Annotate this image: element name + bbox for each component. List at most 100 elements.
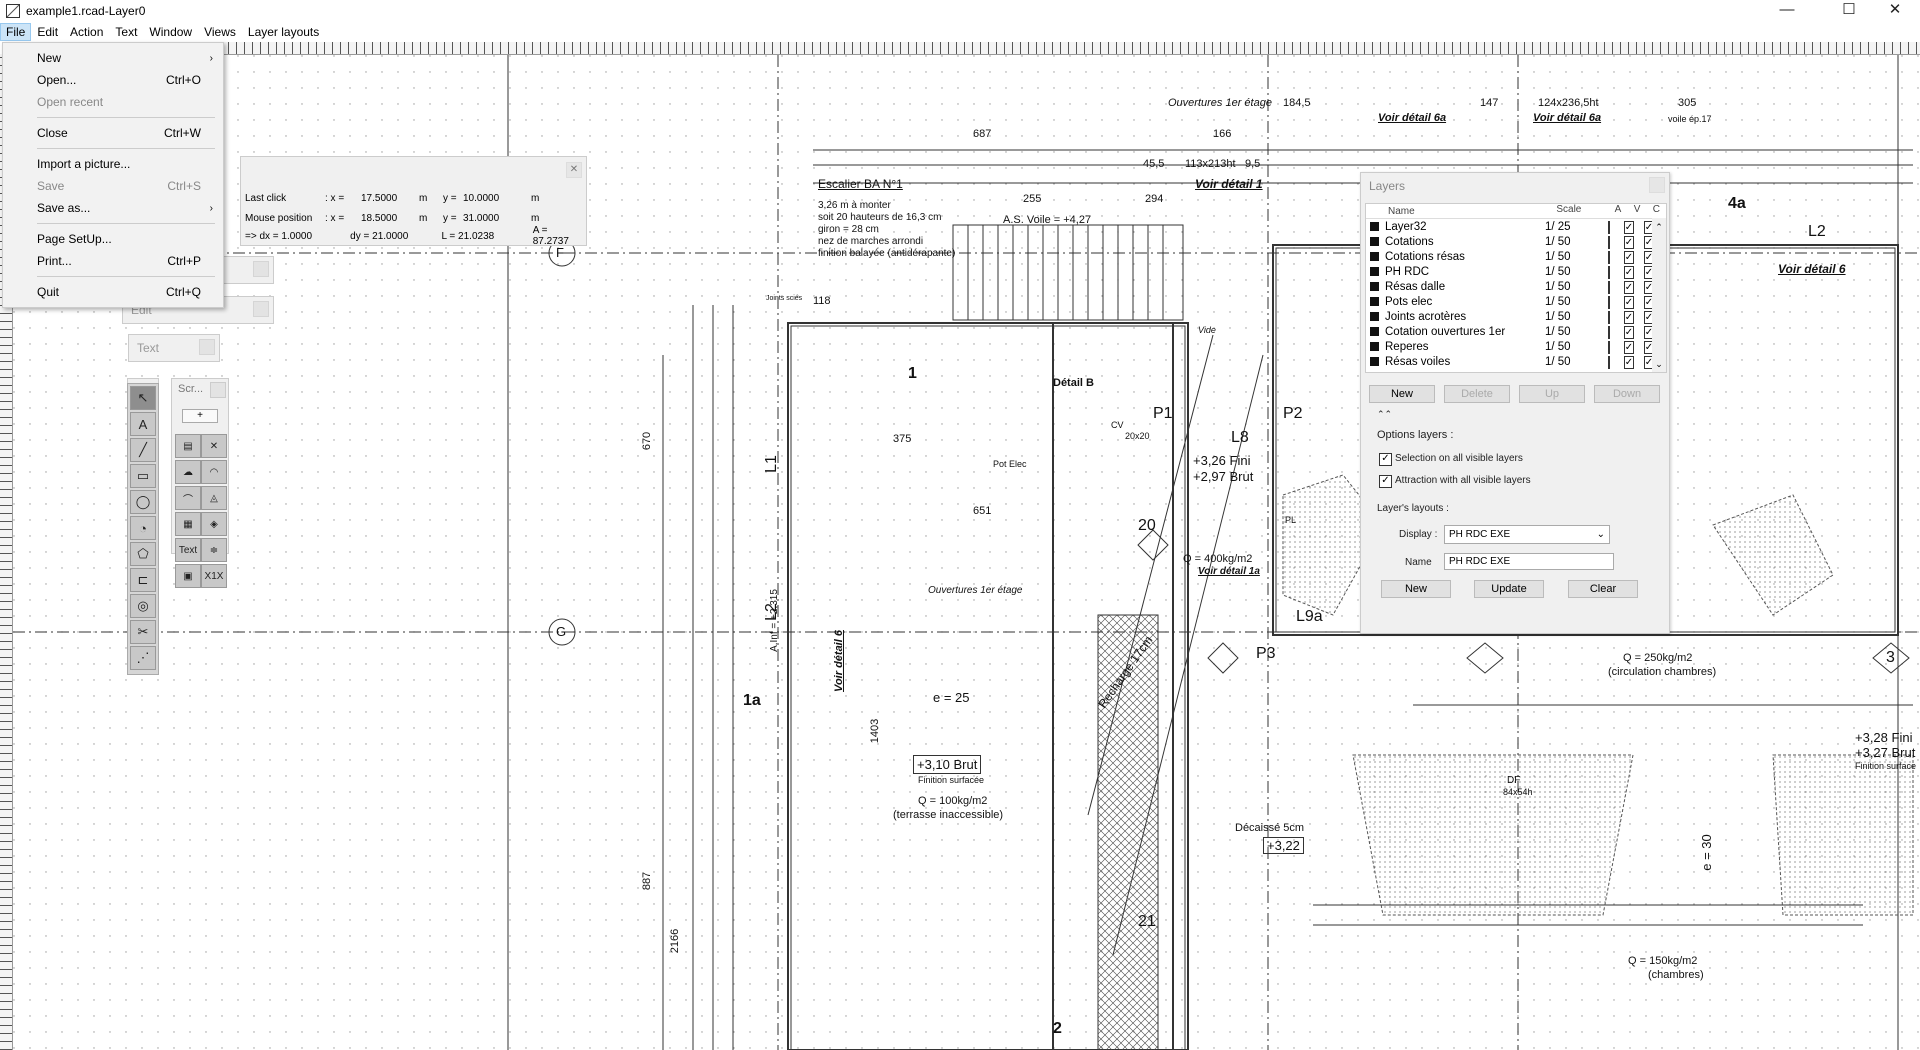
layer-a-checkbox[interactable] xyxy=(1608,295,1610,309)
scroll-up-icon[interactable]: ⌃ xyxy=(1652,222,1666,233)
hatch-tool[interactable]: ⋰ xyxy=(130,646,156,670)
menu-action[interactable]: Action xyxy=(64,23,109,41)
move-down-button[interactable]: Down xyxy=(1594,385,1660,403)
update-layout-button[interactable]: Update xyxy=(1474,580,1544,598)
file-menu-item[interactable]: Import a picture... xyxy=(3,153,223,175)
layer-a-checkbox[interactable] xyxy=(1608,340,1610,354)
layer-v-checkbox[interactable]: ✓ xyxy=(1623,250,1635,264)
close-icon[interactable]: ✕ xyxy=(566,162,582,178)
layer-name-cell: PH RDC xyxy=(1366,266,1545,278)
file-menu-item[interactable]: Quit Ctrl+Q xyxy=(3,281,223,303)
layer-v-checkbox[interactable]: ✓ xyxy=(1623,295,1635,309)
maximize-button[interactable]: ☐ xyxy=(1826,0,1872,22)
layer-a-cell xyxy=(1599,325,1619,339)
layer-row[interactable]: Layer32 1/ 25 ✓ ✓ xyxy=(1366,219,1666,234)
menu-text[interactable]: Text xyxy=(109,23,143,41)
cut-tool[interactable]: ✂ xyxy=(130,620,156,644)
layer-a-checkbox[interactable] xyxy=(1608,355,1610,369)
layer-v-checkbox[interactable]: ✓ xyxy=(1623,355,1635,369)
file-menu-item[interactable]: Page SetUp... xyxy=(3,228,223,250)
minimize-button[interactable]: — xyxy=(1764,0,1810,22)
close-icon[interactable] xyxy=(253,261,269,277)
symbol-tool[interactable]: ≑ xyxy=(201,538,227,562)
polygon-tool[interactable]: ⬠ xyxy=(130,542,156,566)
new-layer-button[interactable]: New xyxy=(1369,385,1435,403)
drawing-label: 20 xyxy=(1138,517,1156,534)
close-icon[interactable] xyxy=(199,339,215,355)
drawing-label: +3,22 xyxy=(1263,837,1304,854)
layer-v-checkbox[interactable]: ✓ xyxy=(1623,340,1635,354)
layer-v-checkbox[interactable]: ✓ xyxy=(1623,310,1635,324)
menu-file[interactable]: File xyxy=(0,23,32,41)
file-menu-item[interactable]: Close Ctrl+W xyxy=(3,122,223,144)
menu-views[interactable]: Views xyxy=(198,23,242,41)
menu-edit[interactable]: Edit xyxy=(31,23,64,41)
layer-a-checkbox[interactable] xyxy=(1608,250,1610,264)
layer-v-checkbox[interactable]: ✓ xyxy=(1623,265,1635,279)
layer-v-checkbox[interactable]: ✓ xyxy=(1623,280,1635,294)
symbol-tool[interactable]: ◈ xyxy=(201,512,227,536)
layer-a-checkbox[interactable] xyxy=(1608,280,1610,294)
scroll-down-icon[interactable]: ⌄ xyxy=(1652,359,1666,370)
symbol-tool[interactable]: X1X xyxy=(201,564,227,588)
menu-layer-layouts[interactable]: Layer layouts xyxy=(242,23,325,41)
file-menu-item[interactable]: Save as... › xyxy=(3,197,223,219)
arc-tool[interactable]: ◔ xyxy=(130,516,156,540)
attraction-all-visible-checkbox[interactable]: ✓ xyxy=(1379,475,1392,488)
layer-row[interactable]: Cotation ouvertures 1er 1/ 50 ✓ ✓ xyxy=(1366,324,1666,339)
layer-a-checkbox[interactable] xyxy=(1608,220,1610,234)
line-tool[interactable]: ╱ xyxy=(130,438,156,462)
layer-row[interactable]: Pots elec 1/ 50 ✓ ✓ xyxy=(1366,294,1666,309)
layer-row[interactable]: Reperes 1/ 50 ✓ ✓ xyxy=(1366,339,1666,354)
layer-a-checkbox[interactable] xyxy=(1608,310,1610,324)
layer-a-checkbox[interactable] xyxy=(1608,235,1610,249)
add-symbol-button[interactable]: + xyxy=(182,409,218,423)
layer-v-checkbox[interactable]: ✓ xyxy=(1623,235,1635,249)
close-icon[interactable] xyxy=(1649,177,1665,193)
symbol-tool[interactable]: ✕ xyxy=(201,434,227,458)
layer-v-checkbox[interactable]: ✓ xyxy=(1623,325,1635,339)
layers-scrollbar[interactable]: ⌃ ⌄ xyxy=(1652,218,1666,372)
layer-row[interactable]: Cotations résas 1/ 50 ✓ ✓ xyxy=(1366,249,1666,264)
layer-row[interactable]: Résas voiles 1/ 50 ✓ ✓ xyxy=(1366,354,1666,369)
header-c: C xyxy=(1652,204,1660,215)
symbol-tool[interactable]: Text xyxy=(175,538,201,562)
point-tool[interactable]: ◎ xyxy=(130,594,156,618)
file-menu-item[interactable]: Print... Ctrl+P xyxy=(3,250,223,272)
clear-layout-button[interactable]: Clear xyxy=(1568,580,1638,598)
layer-a-checkbox[interactable] xyxy=(1608,325,1610,339)
text-panel[interactable]: Text xyxy=(128,334,220,362)
layer-row[interactable]: Cotations 1/ 50 ✓ ✓ xyxy=(1366,234,1666,249)
rectangle-tool[interactable]: ▭ xyxy=(130,464,156,488)
symbol-tool[interactable]: ☁ xyxy=(175,460,201,484)
layout-name-input[interactable] xyxy=(1444,553,1614,570)
file-menu-item[interactable]: Open... Ctrl+O xyxy=(3,69,223,91)
delete-layer-button[interactable]: Delete xyxy=(1444,385,1510,403)
symbol-tool[interactable]: ▤ xyxy=(175,434,201,458)
layer-a-checkbox[interactable] xyxy=(1608,265,1610,279)
symbol-tool[interactable]: ◬ xyxy=(201,486,227,510)
display-select[interactable]: PH RDC EXE ⌄ xyxy=(1444,525,1610,544)
new-layout-button[interactable]: New xyxy=(1381,580,1451,598)
close-button[interactable]: ✕ xyxy=(1872,0,1918,22)
layer-row[interactable]: PH RDC 1/ 50 ✓ ✓ xyxy=(1366,264,1666,279)
drawing-label: Vide xyxy=(1198,325,1216,335)
layer-v-checkbox[interactable]: ✓ xyxy=(1623,220,1635,234)
file-menu-item[interactable]: New › xyxy=(3,47,223,69)
text-tool[interactable]: A xyxy=(130,412,156,436)
close-icon[interactable] xyxy=(253,301,269,317)
dimension-tool[interactable]: ⊏ xyxy=(130,568,156,592)
layer-row[interactable]: Résas dalle 1/ 50 ✓ ✓ xyxy=(1366,279,1666,294)
select-tool[interactable]: ↖ xyxy=(130,386,156,410)
circle-tool[interactable]: ◯ xyxy=(130,490,156,514)
move-up-button[interactable]: Up xyxy=(1519,385,1585,403)
selection-all-visible-checkbox[interactable]: ✓ xyxy=(1379,453,1392,466)
close-icon[interactable] xyxy=(210,382,226,398)
symbol-tool[interactable]: ▦ xyxy=(175,512,201,536)
symbol-tool[interactable]: ▣ xyxy=(175,564,201,588)
menu-window[interactable]: Window xyxy=(143,23,198,41)
collapse-icon[interactable]: ⌃⌃ xyxy=(1377,409,1392,420)
symbol-tool[interactable]: ◠ xyxy=(201,460,227,484)
symbol-tool[interactable]: ⌒ xyxy=(175,486,201,510)
layer-row[interactable]: Joints acrotères 1/ 50 ✓ ✓ xyxy=(1366,309,1666,324)
